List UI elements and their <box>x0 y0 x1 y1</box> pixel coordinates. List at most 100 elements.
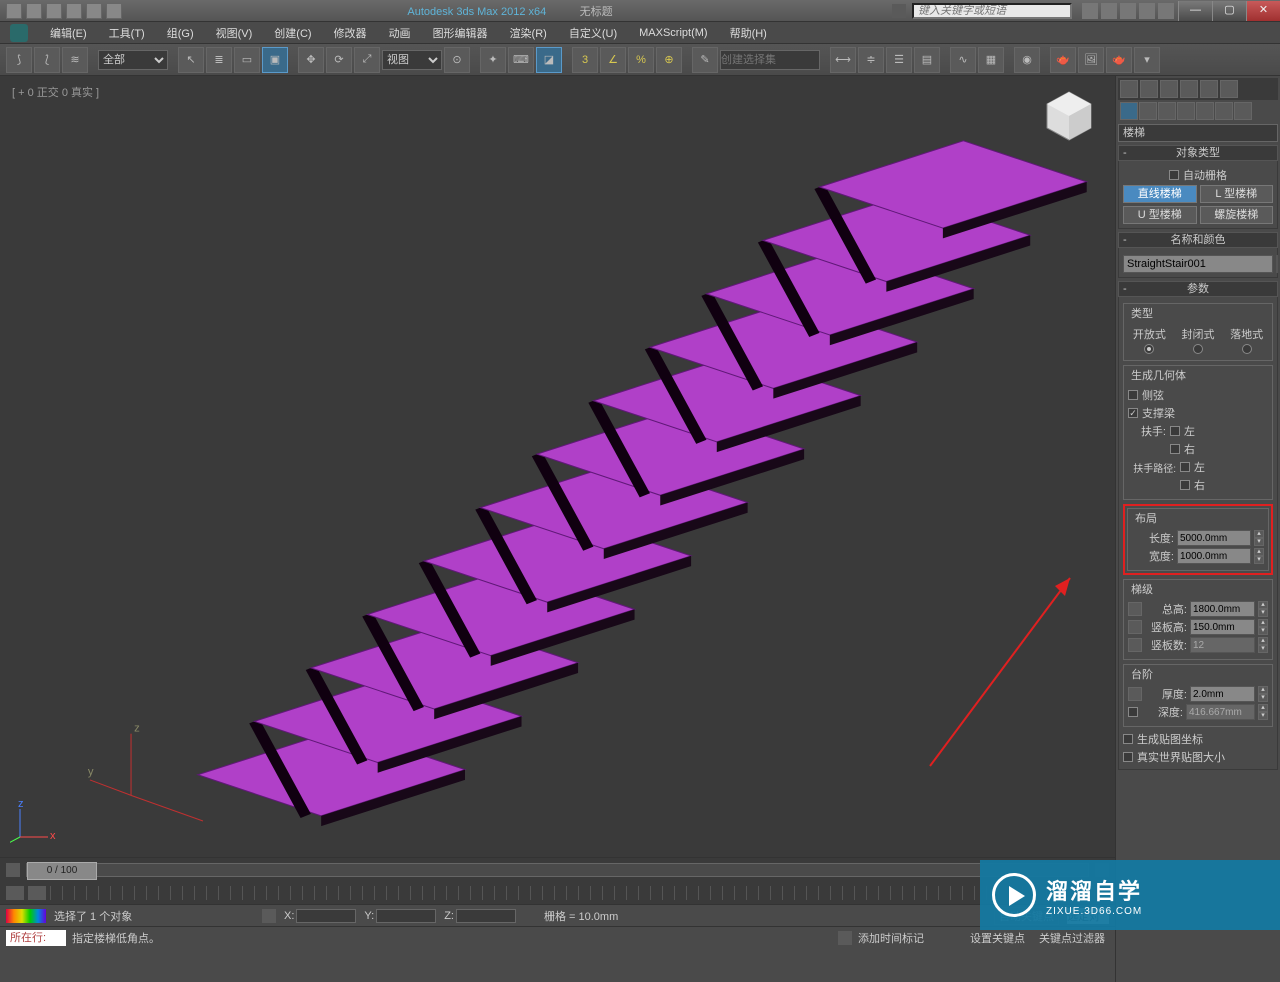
riserht-lock-icon[interactable] <box>1128 620 1142 634</box>
open-icon[interactable] <box>26 3 42 19</box>
hammer-icon[interactable] <box>1220 80 1238 98</box>
rollout-params[interactable]: -参数 <box>1118 281 1278 297</box>
overall-input[interactable] <box>1190 601 1255 617</box>
unlink-icon[interactable]: ⟅ <box>34 47 60 73</box>
scene-explorer-icon[interactable] <box>1120 80 1138 98</box>
coord-y[interactable] <box>376 909 436 923</box>
named-sel-edit-icon[interactable]: ✎ <box>692 47 718 73</box>
render-setup-icon[interactable]: 🫖 <box>1050 47 1076 73</box>
undo-icon[interactable] <box>66 3 82 19</box>
overall-lock-icon[interactable] <box>1128 602 1142 616</box>
trackview-key-icon[interactable] <box>6 886 24 900</box>
link-icon[interactable]: ⟆ <box>6 47 32 73</box>
chk-rail-right[interactable] <box>1170 444 1180 454</box>
help-dropdown-icon[interactable] <box>1158 3 1174 19</box>
riserht-input[interactable] <box>1190 619 1255 635</box>
keyfilter-button[interactable]: 关键点过滤器 <box>1035 930 1109 946</box>
select-manipulate-icon[interactable]: ✦ <box>480 47 506 73</box>
radio-box[interactable] <box>1242 344 1252 354</box>
object-color-swatch[interactable] <box>1276 255 1278 273</box>
color-gradient-icon[interactable] <box>6 909 46 923</box>
lock-selection-icon[interactable] <box>262 909 276 923</box>
coord-x[interactable] <box>296 909 356 923</box>
radio-open[interactable] <box>1144 344 1154 354</box>
favorites-icon[interactable] <box>1120 3 1136 19</box>
tool-options-icon[interactable] <box>1160 80 1178 98</box>
select-by-name-icon[interactable]: ≣ <box>206 47 232 73</box>
object-name-input[interactable] <box>1123 255 1273 273</box>
mirror-icon[interactable]: ⟷ <box>830 47 856 73</box>
overall-spinner[interactable]: ▴▾ <box>1258 601 1268 617</box>
btn-u-stair[interactable]: U 型楼梯 <box>1123 206 1197 224</box>
angle-snap-icon[interactable]: ∠ <box>600 47 626 73</box>
menu-maxscript[interactable]: MAXScript(M) <box>629 25 717 41</box>
thickness-spinner[interactable]: ▴▾ <box>1258 686 1268 702</box>
menu-tools[interactable]: 工具(T) <box>99 23 155 43</box>
render-frame-icon[interactable]: 🖼 <box>1078 47 1104 73</box>
riserct-lock-icon[interactable] <box>1128 638 1142 652</box>
window-crossing-icon[interactable]: ▣ <box>262 47 288 73</box>
new-icon[interactable] <box>6 3 22 19</box>
length-spinner[interactable]: ▴▾ <box>1254 530 1264 546</box>
time-slider-track[interactable]: 0 / 100 <box>26 863 1089 877</box>
thickness-chk[interactable] <box>1128 687 1142 701</box>
create-tab[interactable] <box>1120 102 1138 120</box>
viewport-config-icon[interactable] <box>1200 80 1218 98</box>
chk-path-right[interactable] <box>1180 480 1190 490</box>
menu-group[interactable]: 组(G) <box>157 23 204 43</box>
ref-coord-system[interactable]: 视图 <box>382 50 442 70</box>
layer-icon[interactable] <box>1140 80 1158 98</box>
coord-z[interactable] <box>456 909 516 923</box>
menu-create[interactable]: 创建(C) <box>264 23 321 43</box>
schematic-icon[interactable]: ▦ <box>978 47 1004 73</box>
add-time-tag[interactable]: 添加时间标记 <box>858 930 924 946</box>
utilities-tab[interactable] <box>1215 102 1233 120</box>
btn-l-stair[interactable]: L 型楼梯 <box>1200 185 1274 203</box>
keyboard-shortcut-icon[interactable]: ⌨ <box>508 47 534 73</box>
window-maximize[interactable]: ▢ <box>1212 1 1246 21</box>
menu-views[interactable]: 视图(V) <box>206 23 263 43</box>
riserht-spinner[interactable]: ▴▾ <box>1258 619 1268 635</box>
exchange-icon[interactable] <box>1101 3 1117 19</box>
rollout-name-color[interactable]: -名称和颜色 <box>1118 232 1278 248</box>
time-prev-icon[interactable] <box>6 863 20 877</box>
depth-chk[interactable] <box>1128 707 1138 717</box>
track-bar[interactable] <box>50 886 1109 900</box>
window-minimize[interactable]: — <box>1178 1 1212 21</box>
modify-tab[interactable] <box>1139 102 1157 120</box>
thickness-input[interactable] <box>1190 686 1255 702</box>
help-search-input[interactable] <box>912 3 1072 19</box>
width-input[interactable] <box>1177 548 1251 564</box>
help-icon[interactable] <box>1139 3 1155 19</box>
radio-closed[interactable] <box>1193 344 1203 354</box>
btn-spiral-stair[interactable]: 螺旋楼梯 <box>1200 206 1274 224</box>
depth-spinner[interactable]: ▴▾ <box>1258 704 1268 720</box>
menu-edit[interactable]: 编辑(E) <box>40 23 97 43</box>
chk-path-left[interactable] <box>1180 462 1190 472</box>
rect-region-icon[interactable]: ▭ <box>234 47 260 73</box>
autogrid-checkbox[interactable] <box>1169 170 1179 180</box>
render-dropdown-icon[interactable]: ▾ <box>1134 47 1160 73</box>
scale-icon[interactable]: ⤢ <box>354 47 380 73</box>
riserct-spinner[interactable]: ▴▾ <box>1258 637 1268 653</box>
snap-toggle-icon[interactable]: ◪ <box>536 47 562 73</box>
menu-graph[interactable]: 图形编辑器 <box>423 23 498 43</box>
menu-customize[interactable]: 自定义(U) <box>559 23 627 43</box>
search-flyout-icon[interactable] <box>892 4 906 18</box>
viewcube[interactable] <box>1039 86 1099 146</box>
chk-carriage[interactable] <box>1128 408 1138 418</box>
app-menu-icon[interactable] <box>10 24 28 42</box>
rotate-icon[interactable]: ⟳ <box>326 47 352 73</box>
menu-modifiers[interactable]: 修改器 <box>324 23 377 43</box>
subscription-icon[interactable] <box>1082 3 1098 19</box>
motion-tab[interactable] <box>1177 102 1195 120</box>
riserct-input[interactable] <box>1190 637 1255 653</box>
layer-manager-icon[interactable]: ▤ <box>914 47 940 73</box>
move-icon[interactable]: ✥ <box>298 47 324 73</box>
btn-straight-stair[interactable]: 直线楼梯 <box>1123 185 1197 203</box>
selection-filter[interactable]: 全部 <box>98 50 168 70</box>
length-input[interactable] <box>1177 530 1251 546</box>
layers-icon[interactable]: ☰ <box>886 47 912 73</box>
rollout-object-type[interactable]: -对象类型 <box>1118 145 1278 161</box>
redo-icon[interactable] <box>86 3 102 19</box>
